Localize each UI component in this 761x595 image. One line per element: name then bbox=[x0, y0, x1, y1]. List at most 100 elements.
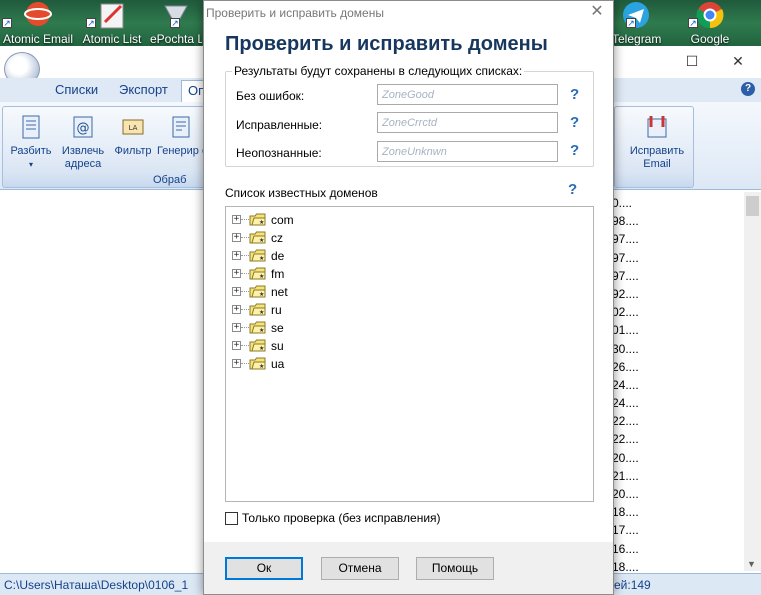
help-question-icon[interactable]: ? bbox=[570, 86, 579, 103]
check-only-checkbox[interactable] bbox=[225, 512, 238, 525]
status-path: C:\Users\Наташа\Desktop\0106_1 bbox=[4, 578, 189, 592]
tree-node-domain[interactable]: + ★ ru bbox=[232, 301, 352, 319]
filter-icon: LA bbox=[122, 119, 144, 135]
list-value-cell: 20.... bbox=[612, 487, 639, 501]
desktop-icon-label: Atomic List bbox=[82, 32, 142, 46]
desktop-icon-atomic-email[interactable]: ↗ Atomic Email bbox=[0, 0, 76, 46]
list-value-cell: 18.... bbox=[612, 505, 639, 520]
tree-node-domain[interactable]: + ★ de bbox=[232, 247, 352, 265]
domain-label: ua bbox=[271, 357, 285, 371]
help-question-icon[interactable]: ? bbox=[570, 142, 579, 159]
fix-email-button[interactable]: Исправить Email bbox=[625, 113, 689, 171]
svg-text:★: ★ bbox=[259, 327, 264, 334]
svg-text:★: ★ bbox=[259, 363, 264, 370]
shortcut-arrow-icon: ↗ bbox=[170, 18, 180, 28]
generate-email-button[interactable]: Генерир email ад bbox=[157, 113, 205, 158]
dialog-window-title: Проверить и исправить домены bbox=[206, 6, 384, 20]
split-button[interactable]: Разбить ▾ bbox=[9, 113, 53, 171]
ribbon-group-fix: Исправить Email bbox=[614, 106, 694, 188]
tree-node-domain[interactable]: + ★ su bbox=[232, 337, 352, 355]
tree-connector bbox=[241, 255, 249, 256]
expand-plus-icon[interactable]: + bbox=[232, 323, 241, 332]
desktop-icon-google[interactable]: ↗ Google bbox=[682, 0, 738, 46]
tree-node-domain[interactable]: + ★ cz bbox=[232, 229, 352, 247]
tree-connector bbox=[241, 345, 249, 346]
tree-node-domain[interactable]: + ★ ua bbox=[232, 355, 352, 373]
list-value-cell: 16.... bbox=[612, 541, 639, 556]
list-value-cell: 92.... bbox=[612, 286, 639, 301]
expand-plus-icon[interactable]: + bbox=[232, 251, 241, 260]
help-button[interactable]: Помощь bbox=[416, 557, 494, 580]
tree-connector bbox=[241, 309, 249, 310]
desktop-icon-label: Telegram bbox=[612, 32, 662, 46]
output-lists-group: Результаты будут сохранены в следующих с… bbox=[225, 64, 594, 167]
expand-plus-icon[interactable]: + bbox=[232, 341, 241, 350]
list-value-cell: 97.... bbox=[612, 268, 639, 283]
tree-node-domain[interactable]: + ★ fm bbox=[232, 265, 352, 283]
desktop-icon-label: Atomic Email bbox=[2, 32, 73, 46]
list-value-cell: 22.... bbox=[612, 414, 639, 429]
expand-plus-icon[interactable]: + bbox=[232, 215, 241, 224]
extract-addresses-button[interactable]: @ Извлечь адреса bbox=[57, 113, 109, 171]
close-window-button[interactable]: ✕ bbox=[723, 50, 753, 72]
close-icon[interactable]: ✕ bbox=[587, 3, 607, 23]
desktop-icon-atomic-list[interactable]: ↗ Atomic List bbox=[78, 0, 146, 46]
folder-icon: ★ bbox=[249, 249, 266, 262]
check-only-label: Только проверка (без исправления) bbox=[242, 511, 441, 525]
expand-plus-icon[interactable]: + bbox=[232, 305, 241, 314]
list-value-cell: 30.... bbox=[612, 341, 639, 356]
check-fix-domains-dialog: Проверить и исправить домены ✕ Проверить… bbox=[203, 0, 614, 595]
domain-label: com bbox=[271, 213, 294, 227]
help-icon[interactable]: ? bbox=[741, 82, 755, 96]
expand-plus-icon[interactable]: + bbox=[232, 287, 241, 296]
no-errors-input[interactable] bbox=[377, 84, 558, 105]
desktop-icon-label: ePochta L bbox=[150, 32, 202, 46]
extract-at-icon: @ bbox=[73, 116, 93, 138]
list-value-cell: 97.... bbox=[612, 232, 639, 247]
tree-node-domain[interactable]: + ★ com bbox=[232, 211, 352, 229]
tab-export[interactable]: Экспорт bbox=[119, 82, 168, 97]
scroll-thumb[interactable] bbox=[746, 196, 759, 216]
svg-text:★: ★ bbox=[259, 309, 264, 316]
unknown-input[interactable] bbox=[377, 141, 558, 162]
telegram-icon bbox=[623, 2, 649, 28]
domain-label: su bbox=[271, 339, 284, 353]
known-domains-tree[interactable]: + ★ com + ★ cz + ★ de + ★ fm + ★ net + ★ ru + ★ se + ★ su + ★ ua bbox=[225, 206, 594, 502]
expand-plus-icon[interactable]: + bbox=[232, 233, 241, 242]
tree-connector bbox=[241, 237, 249, 238]
help-question-icon[interactable]: ? bbox=[568, 181, 577, 198]
desktop-icon-telegram[interactable]: ↗ Telegram bbox=[612, 0, 664, 46]
maximize-button[interactable]: ☐ bbox=[677, 50, 707, 72]
desktop-icon-epochta[interactable]: ↗ ePochta L bbox=[150, 0, 202, 46]
scroll-down-icon[interactable]: ▼ bbox=[747, 559, 756, 569]
unknown-label: Неопознанные: bbox=[236, 146, 322, 160]
expand-plus-icon[interactable]: + bbox=[232, 269, 241, 278]
shortcut-arrow-icon: ↗ bbox=[86, 18, 96, 28]
split-icon bbox=[22, 115, 40, 139]
svg-text:@: @ bbox=[77, 121, 90, 136]
list-value-cell: 26.... bbox=[612, 359, 639, 374]
tree-connector bbox=[241, 273, 249, 274]
ok-button[interactable]: Ок bbox=[225, 557, 303, 580]
dialog-footer: Ок Отмена Помощь bbox=[204, 542, 613, 594]
help-question-icon[interactable]: ? bbox=[570, 114, 579, 131]
group-legend: Результаты будут сохранены в следующих с… bbox=[232, 64, 525, 78]
tree-connector bbox=[241, 219, 249, 220]
cancel-button[interactable]: Отмена bbox=[321, 557, 399, 580]
corrected-input[interactable] bbox=[377, 112, 558, 133]
domain-label: de bbox=[271, 249, 285, 263]
list-value-cell: 20.... bbox=[612, 450, 639, 465]
atomic-list-icon bbox=[100, 3, 124, 29]
atomic-email-icon bbox=[24, 2, 52, 26]
list-value-cell: 24.... bbox=[612, 396, 639, 411]
tree-node-domain[interactable]: + ★ se bbox=[232, 319, 352, 337]
folder-icon: ★ bbox=[249, 267, 266, 280]
vertical-scrollbar[interactable]: ▼ bbox=[744, 192, 761, 571]
no-errors-label: Без ошибок: bbox=[236, 89, 305, 103]
tab-lists[interactable]: Списки bbox=[55, 82, 98, 97]
filter-button[interactable]: LA Фильтр bbox=[111, 113, 155, 158]
list-value-cell: 02.... bbox=[612, 305, 639, 320]
tree-node-domain[interactable]: + ★ net bbox=[232, 283, 352, 301]
list-values: 0.... 98.... 97.... 97.... 97.... 92.... 02...… bbox=[612, 196, 742, 578]
expand-plus-icon[interactable]: + bbox=[232, 359, 241, 368]
